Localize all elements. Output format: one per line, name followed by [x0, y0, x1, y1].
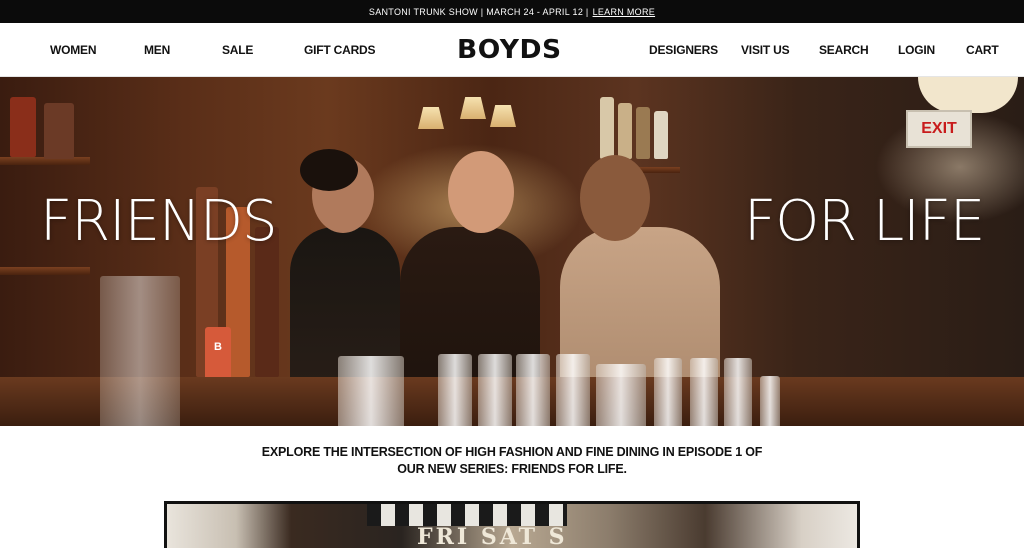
bar-shelf	[0, 267, 90, 275]
nav-women[interactable]: WOMEN	[50, 23, 97, 77]
man-center-head	[448, 151, 514, 233]
bottle	[618, 103, 632, 159]
bottle	[600, 97, 614, 159]
wine-glass	[100, 276, 180, 426]
intro-line-2: OUR NEW SERIES: FRIENDS FOR LIFE.	[397, 462, 627, 476]
lamp-shade	[490, 105, 516, 127]
nav-designers[interactable]: DESIGNERS	[649, 23, 718, 77]
nav-search[interactable]: SEARCH	[819, 23, 869, 77]
man-right-head	[580, 155, 650, 241]
video-thumbnail[interactable]: FRI SAT S	[164, 501, 860, 548]
hero-title-left: FRIENDS	[40, 189, 278, 254]
shaker	[690, 358, 718, 426]
bottle	[636, 107, 650, 159]
shaker	[516, 354, 550, 426]
bottle	[10, 97, 36, 157]
awning	[367, 504, 567, 526]
nav-cart[interactable]: CART	[966, 23, 999, 77]
announcement-text: SANTONI TRUNK SHOW | MARCH 24 - APRIL 12…	[368, 6, 589, 17]
globe-lamp	[918, 77, 1018, 113]
bottle-b: B	[205, 327, 231, 383]
shaker	[438, 354, 472, 426]
nav-visit-us[interactable]: VISIT US	[741, 23, 790, 77]
lamp-shade	[460, 97, 486, 119]
nav-sale[interactable]: SALE	[222, 23, 253, 77]
glass	[338, 356, 404, 426]
exit-sign: EXIT	[906, 110, 972, 148]
shaker	[556, 354, 590, 426]
shaker	[760, 376, 780, 426]
intro-text: EXPLORE THE INTERSECTION OF HIGH FASHION…	[0, 444, 1024, 478]
shaker	[724, 358, 752, 426]
hero-title-right: FOR LIFE	[744, 189, 985, 254]
bottle	[654, 111, 668, 159]
main-navigation: WOMEN MEN SALE GIFT CARDS BOYDS DESIGNER…	[0, 23, 1024, 77]
nav-login[interactable]: LOGIN	[898, 23, 935, 77]
intro-line-1: EXPLORE THE INTERSECTION OF HIGH FASHION…	[261, 445, 763, 459]
announcement-bar: SANTONI TRUNK SHOW | MARCH 24 - APRIL 12…	[0, 0, 1024, 23]
bottle	[44, 103, 74, 159]
glass	[596, 364, 646, 426]
boyds-logo[interactable]: BOYDS	[457, 35, 562, 65]
storefront-sign: FRI SAT S	[417, 524, 568, 548]
shaker	[478, 354, 512, 426]
lamp-shade	[418, 107, 444, 129]
shaker	[654, 358, 682, 426]
nav-gift-cards[interactable]: GIFT CARDS	[304, 23, 376, 77]
nav-men[interactable]: MEN	[144, 23, 170, 77]
hero-banner[interactable]: B EXIT FRIENDS FOR LIFE	[0, 77, 1024, 426]
learn-more-link[interactable]: LEARN MORE	[593, 7, 656, 17]
woman-hair	[300, 149, 358, 191]
